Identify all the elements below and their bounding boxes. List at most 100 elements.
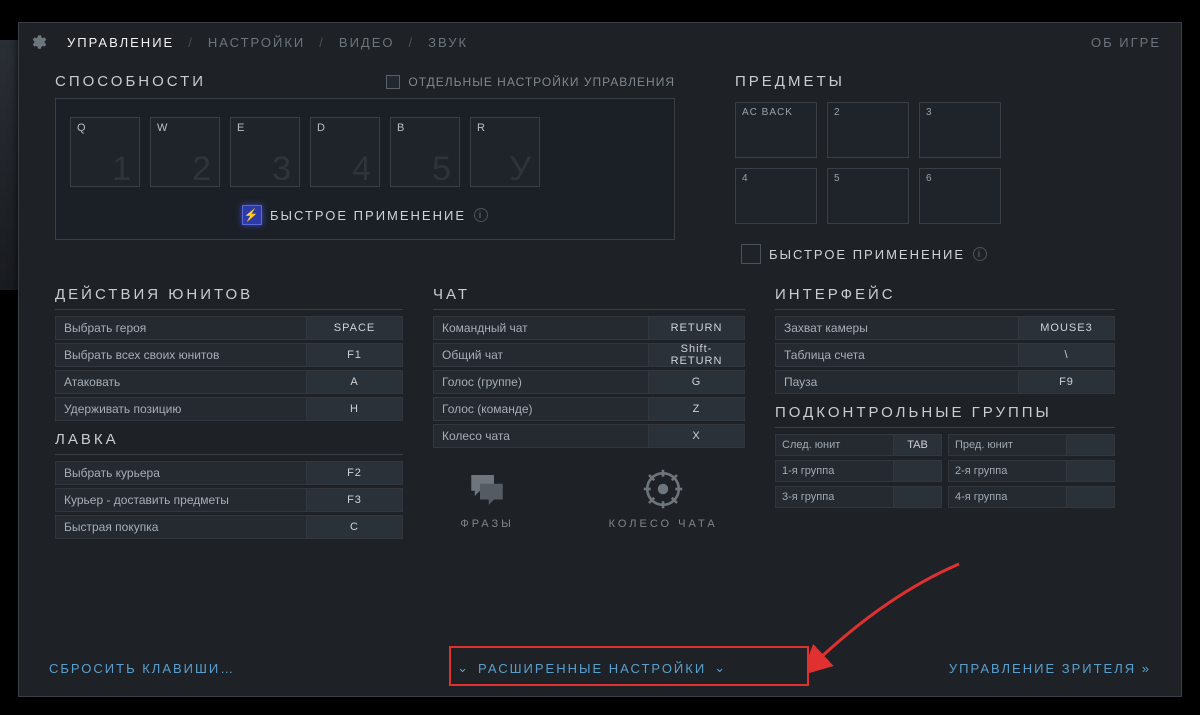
keybind-row: ПаузаF9 <box>775 370 1115 394</box>
settings-window: УПРАВЛЕНИЕ / НАСТРОЙКИ / ВИДЕО / ЗВУК ОБ… <box>18 22 1182 697</box>
keybind-label: Голос (группе) <box>434 375 648 389</box>
cg-key[interactable] <box>1066 487 1114 507</box>
chevron-down-icon: ⌄ <box>457 660 470 676</box>
keybind-value[interactable]: H <box>306 398 402 420</box>
keybind-value[interactable]: Z <box>648 398 744 420</box>
advanced-settings-link[interactable]: ⌄ РАСШИРЕННЫЕ НАСТРОЙКИ ⌄ <box>457 660 727 676</box>
slot-key: R <box>477 122 485 134</box>
chat-wheel-button[interactable]: КОЛЕСО ЧАТА <box>609 468 718 530</box>
keybind-label: Атаковать <box>56 375 306 389</box>
keybind-value[interactable]: C <box>306 516 402 538</box>
keybind-label: Удерживать позицию <box>56 402 306 416</box>
background-edge <box>0 40 18 290</box>
keybind-row: Колесо чатаX <box>433 424 745 448</box>
item-key: 5 <box>834 173 841 184</box>
per-hero-checkbox[interactable]: ОТДЕЛЬНЫЕ НАСТРОЙКИ УПРАВЛЕНИЯ <box>386 75 675 89</box>
tab-video[interactable]: ВИДЕО <box>339 35 395 50</box>
abilities-panel: Q1W2E3D4B5RУ ⚡ БЫСТРОЕ ПРИМЕНЕНИЕ i <box>55 98 675 240</box>
item-key: AC BACK <box>742 107 793 118</box>
item-slot[interactable]: 6 <box>919 168 1001 224</box>
tab-about[interactable]: ОБ ИГРЕ <box>1091 35 1161 50</box>
keybind-label: Таблица счета <box>776 348 1018 362</box>
keybind-value[interactable]: F9 <box>1018 371 1114 393</box>
keybind-label: Голос (команде) <box>434 402 648 416</box>
ability-slot[interactable]: E3 <box>230 117 300 187</box>
abilities-section: СПОСОБНОСТИ ОТДЕЛЬНЫЕ НАСТРОЙКИ УПРАВЛЕН… <box>55 73 675 264</box>
phrases-label: ФРАЗЫ <box>460 518 514 530</box>
spectator-link[interactable]: УПРАВЛЕНИЕ ЗРИТЕЛЯ » <box>949 661 1151 676</box>
keybind-row: Командный чатRETURN <box>433 316 745 340</box>
item-key: 4 <box>742 173 749 184</box>
item-slot[interactable]: 2 <box>827 102 909 158</box>
keybind-row: Захват камерыMOUSE3 <box>775 316 1115 340</box>
quickcast-abilities[interactable]: ⚡ БЫСТРОЕ ПРИМЕНЕНИЕ i <box>70 205 660 225</box>
keybind-value[interactable]: G <box>648 371 744 393</box>
control-group-cell: 1-я группа <box>775 460 942 482</box>
info-icon: i <box>973 247 987 261</box>
tab-sep: / <box>409 35 415 50</box>
slot-index: 1 <box>112 152 131 186</box>
cg-key[interactable] <box>893 487 941 507</box>
wheel-icon <box>642 468 684 510</box>
keybind-label: Курьер - доставить предметы <box>56 493 306 507</box>
keybind-value[interactable]: Shift- RETURN <box>648 344 744 366</box>
phrases-button[interactable]: ФРАЗЫ <box>460 468 514 530</box>
items-title: ПРЕДМЕТЫ <box>735 73 1145 96</box>
cg-key[interactable]: TAB <box>893 435 941 455</box>
ability-slot[interactable]: W2 <box>150 117 220 187</box>
wheel-label: КОЛЕСО ЧАТА <box>609 518 718 530</box>
keybind-value[interactable]: A <box>306 371 402 393</box>
quickcast-items[interactable]: БЫСТРОЕ ПРИМЕНЕНИЕ i <box>741 244 1145 264</box>
tab-control[interactable]: УПРАВЛЕНИЕ <box>67 35 174 50</box>
cg-key[interactable] <box>1066 435 1114 455</box>
keybind-label: Захват камеры <box>776 321 1018 335</box>
keybind-value[interactable]: F2 <box>306 462 402 484</box>
keybind-value[interactable]: \ <box>1018 344 1114 366</box>
tab-audio[interactable]: ЗВУК <box>428 35 468 50</box>
slot-key: D <box>317 122 325 134</box>
keybind-row: Быстрая покупкаC <box>55 515 403 539</box>
cg-label: Пред. юнит <box>949 439 1066 451</box>
item-slot[interactable]: AC BACK <box>735 102 817 158</box>
item-slot[interactable]: 3 <box>919 102 1001 158</box>
checkbox-box <box>386 75 400 89</box>
reset-keys-link[interactable]: СБРОСИТЬ КЛАВИШИ… <box>49 661 235 676</box>
keybind-value[interactable]: X <box>648 425 744 447</box>
keybind-value[interactable]: MOUSE3 <box>1018 317 1114 339</box>
slot-key: Q <box>77 122 86 134</box>
content: СПОСОБНОСТИ ОТДЕЛЬНЫЕ НАСТРОЙКИ УПРАВЛЕН… <box>55 73 1145 624</box>
ability-slot[interactable]: B5 <box>390 117 460 187</box>
lightning-icon: ⚡ <box>242 205 262 225</box>
keybind-row: Голос (команде)Z <box>433 397 745 421</box>
keybind-label: Общий чат <box>434 348 648 362</box>
quickcast-label: БЫСТРОЕ ПРИМЕНЕНИЕ <box>270 208 466 223</box>
footer: СБРОСИТЬ КЛАВИШИ… ⌄ РАСШИРЕННЫЕ НАСТРОЙК… <box>19 640 1181 696</box>
control-group-cell: Пред. юнит <box>948 434 1115 456</box>
ability-slot[interactable]: RУ <box>470 117 540 187</box>
control-group-cell: След. юнитTAB <box>775 434 942 456</box>
ability-slot[interactable]: D4 <box>310 117 380 187</box>
item-key: 6 <box>926 173 933 184</box>
abilities-title: СПОСОБНОСТИ <box>55 73 206 90</box>
slot-index: 5 <box>432 152 451 186</box>
info-icon: i <box>474 208 488 222</box>
tab-settings[interactable]: НАСТРОЙКИ <box>208 35 305 50</box>
keybind-row: АтаковатьA <box>55 370 403 394</box>
gear-icon <box>29 33 47 51</box>
cg-key[interactable] <box>1066 461 1114 481</box>
control-groups-title: ПОДКОНТРОЛЬНЫЕ ГРУППЫ <box>775 404 1115 428</box>
keybind-value[interactable]: F3 <box>306 489 402 511</box>
item-slot[interactable]: 5 <box>827 168 909 224</box>
keybind-value[interactable]: SPACE <box>306 317 402 339</box>
spectator-label: УПРАВЛЕНИЕ ЗРИТЕЛЯ <box>949 661 1136 676</box>
item-slot[interactable]: 4 <box>735 168 817 224</box>
items-section: ПРЕДМЕТЫ AC BACK 23 4 5 6 БЫСТРОЕ ПРИМЕНЕНИЕ… <box>735 73 1145 264</box>
ability-slot[interactable]: Q1 <box>70 117 140 187</box>
keybind-row: Выбрать герояSPACE <box>55 316 403 340</box>
keybind-label: Пауза <box>776 375 1018 389</box>
keybind-value[interactable]: F1 <box>306 344 402 366</box>
cg-key[interactable] <box>893 461 941 481</box>
cg-label: 2-я группа <box>949 465 1066 477</box>
unit-actions-title: ДЕЙСТВИЯ ЮНИТОВ <box>55 286 403 310</box>
keybind-value[interactable]: RETURN <box>648 317 744 339</box>
